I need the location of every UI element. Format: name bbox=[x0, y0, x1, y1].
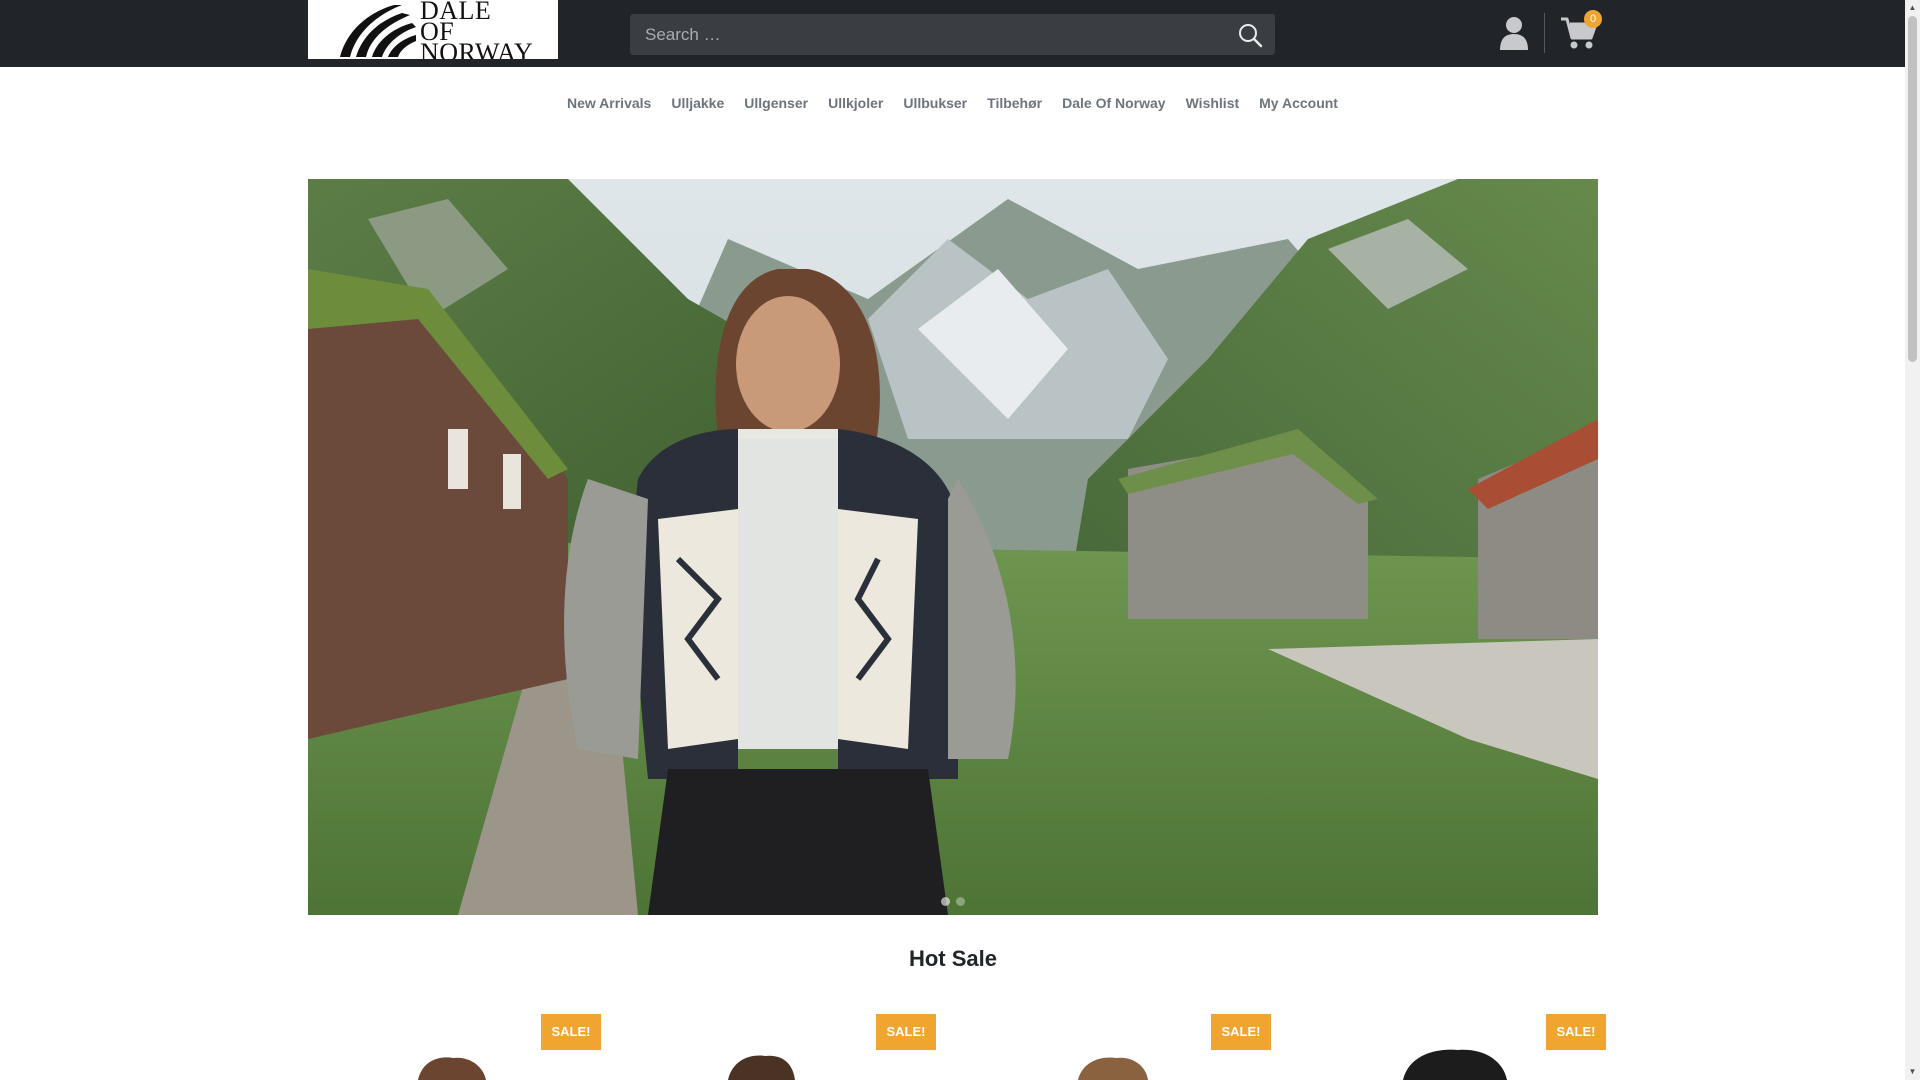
user-icon[interactable] bbox=[1499, 16, 1529, 50]
logo-line-3: NORWAY bbox=[420, 38, 534, 60]
search-input[interactable] bbox=[630, 14, 1220, 55]
search-icon[interactable] bbox=[1237, 22, 1263, 48]
hero-slider[interactable] bbox=[308, 179, 1598, 915]
section-title: Hot Sale bbox=[908, 946, 998, 971]
header-divider bbox=[1544, 13, 1545, 53]
nav-item-ullgenser[interactable]: Ullgenser bbox=[734, 88, 818, 118]
search-bar bbox=[630, 14, 1275, 55]
scroll-down-arrow-icon[interactable]: ▼ bbox=[1907, 1066, 1918, 1078]
nav-item-ulljakke[interactable]: Ulljakke bbox=[661, 88, 734, 118]
dale-of-norway-logo[interactable]: DALE OF NORWAY bbox=[308, 0, 558, 59]
nav-item-tilbehor[interactable]: Tilbehør bbox=[977, 88, 1052, 118]
scrollbar-thumb[interactable] bbox=[1908, 16, 1917, 362]
main-navigation: New Arrivals Ulljakke Ullgenser Ullkjole… bbox=[0, 88, 1905, 118]
sale-badge: SALE! bbox=[541, 1014, 601, 1050]
page: DALE OF NORWAY 0 New Arrivals Ullja bbox=[0, 0, 1905, 1080]
logo-mark-icon bbox=[340, 5, 416, 57]
cart-count-badge: 0 bbox=[1584, 10, 1602, 28]
nav-item-my-account[interactable]: My Account bbox=[1249, 88, 1348, 118]
sale-badge: SALE! bbox=[876, 1014, 936, 1050]
sale-badge: SALE! bbox=[1211, 1014, 1271, 1050]
nav-item-ullkjoler[interactable]: Ullkjoler bbox=[818, 88, 893, 118]
scroll-up-arrow-icon[interactable]: ▲ bbox=[1907, 2, 1918, 14]
nav-item-dale-of-norway[interactable]: Dale Of Norway bbox=[1052, 88, 1175, 118]
slider-dot-2[interactable] bbox=[956, 897, 965, 906]
top-bar: DALE OF NORWAY 0 bbox=[0, 0, 1905, 67]
nav-item-wishlist[interactable]: Wishlist bbox=[1176, 88, 1250, 118]
slider-dot-1[interactable] bbox=[941, 897, 950, 906]
sale-badge: SALE! bbox=[1546, 1014, 1606, 1050]
nav-item-ullbukser[interactable]: Ullbukser bbox=[893, 88, 977, 118]
nav-item-new-arrivals[interactable]: New Arrivals bbox=[557, 88, 661, 118]
hero-image bbox=[308, 179, 1598, 915]
logo-text: DALE OF NORWAY bbox=[420, 0, 533, 59]
